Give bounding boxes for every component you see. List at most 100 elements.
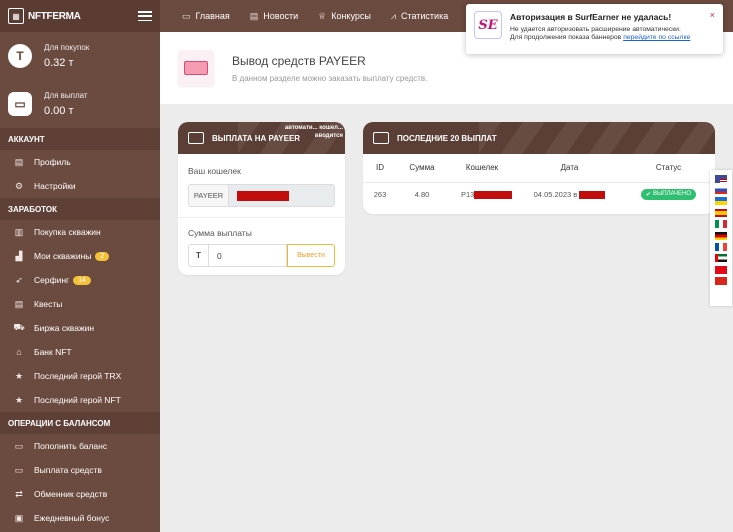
- section-title-balance-ops: ОПЕРАЦИИ С БАЛАНСОМ: [0, 412, 160, 434]
- flag-ua-icon[interactable]: [715, 197, 727, 206]
- sidebar-item-buy-wells[interactable]: ▥ Покупка скважин: [0, 220, 160, 244]
- col-header: Сумма: [409, 163, 435, 173]
- auto-note: автомати... кошел... вводится: [284, 125, 343, 139]
- nav-link-home[interactable]: ▭ Главная: [182, 11, 230, 22]
- sidebar-item-last-hero-trx[interactable]: ★ Последний герой TRX: [0, 364, 160, 388]
- purchase-balance: T Для покупок 0.32 т: [0, 32, 160, 80]
- count-badge: 14: [73, 275, 91, 285]
- hamburger-menu-icon[interactable]: [138, 11, 152, 21]
- withdraw-button[interactable]: Вывести: [287, 244, 335, 267]
- balance-value: 0.00 т: [44, 105, 74, 117]
- redacted-wallet: [474, 190, 513, 199]
- sidebar-item-label: Квесты: [34, 299, 63, 309]
- wallet-text: P13: [461, 189, 475, 199]
- sidebar-item-label: Профиль: [34, 157, 71, 167]
- sidebar-item-last-hero-nft[interactable]: ★ Последний герой NFT: [0, 388, 160, 412]
- flag-tr-icon[interactable]: [715, 265, 727, 274]
- col-header: Кошелек: [465, 163, 499, 173]
- nav-link-contests[interactable]: ♕ Конкурсы: [318, 11, 371, 22]
- news-icon: ▤: [249, 10, 259, 21]
- flag-ae-icon[interactable]: [715, 254, 727, 263]
- nav-link-news[interactable]: ▤ Новости: [250, 11, 298, 22]
- cell-wallet: P13: [447, 181, 517, 206]
- banknote-icon: [178, 50, 214, 86]
- chart-icon: ▟: [15, 250, 23, 261]
- bank-icon: ⌂: [16, 347, 22, 357]
- col-header: Статус: [655, 163, 682, 173]
- balance-label: Для покупок: [44, 43, 90, 52]
- cell-sum: 4.80: [397, 181, 447, 206]
- payout-card: ВЫПЛАТА НА PAYEER автомати... кошел... в…: [178, 122, 345, 275]
- balance-label: Для выплат: [44, 91, 88, 100]
- exchange-icon: ⇄: [15, 488, 23, 499]
- rocket-icon: ➶: [15, 274, 23, 285]
- flag-ru-icon[interactable]: [715, 186, 727, 195]
- flag-it-icon[interactable]: [715, 220, 727, 229]
- cell-date: 04.05.2023 в: [517, 181, 622, 206]
- farm-logo-icon: ▦: [8, 8, 24, 24]
- tenge-coin-icon: T: [8, 44, 32, 68]
- col-header: ID: [376, 163, 384, 173]
- sidebar-item-deposit[interactable]: ▭ Пополнить баланс: [0, 434, 160, 458]
- doc-icon: ▤: [14, 156, 24, 167]
- card-header: ПОСЛЕДНИЕ 20 ВЫПЛАТ: [363, 122, 715, 154]
- sidebar-item-label: Мои скважины: [34, 251, 92, 261]
- sidebar-item-label: Выплата средств: [34, 465, 102, 475]
- date-text: 04.05.2023 в: [533, 189, 578, 199]
- flag-es-icon[interactable]: [715, 208, 727, 217]
- trophy-icon: ♕: [318, 10, 327, 21]
- payout-balance: ▭ Для выплат 0.00 т: [0, 80, 160, 128]
- sidebar-item-label: Настройки: [34, 181, 76, 191]
- nav-link-label: Конкурсы: [331, 11, 371, 21]
- list-icon: [373, 132, 389, 144]
- notification-link[interactable]: перейдите по ссылке: [623, 34, 690, 41]
- section-title-account: АККАУНТ: [0, 128, 160, 150]
- sum-field-group: T 0 Вывести: [188, 244, 335, 267]
- sidebar-item-nft-bank[interactable]: ⌂ Банк NFT: [0, 340, 160, 364]
- nav-link-label: Новости: [263, 11, 299, 21]
- notification-text: Не удается авторизовать расширение автом…: [510, 26, 690, 42]
- sidebar-item-exchanger[interactable]: ⇄ Обменник средств: [0, 482, 160, 506]
- sidebar-item-settings[interactable]: ⚙ Настройки: [0, 174, 160, 198]
- sidebar-item-surfing[interactable]: ➶ Серфинг 14: [0, 268, 160, 292]
- flag-us-icon[interactable]: [715, 174, 727, 183]
- sidebar-item-quests[interactable]: ▤ Квесты: [0, 292, 160, 316]
- gift-icon: ▣: [14, 512, 24, 523]
- sidebar-item-withdraw[interactable]: ▭ Выплата средств: [0, 458, 160, 482]
- sidebar-item-label: Пополнить баланс: [34, 441, 108, 451]
- nav-link-label: Статистика: [400, 11, 449, 21]
- flag-vn-icon[interactable]: [715, 277, 727, 286]
- nav-link-stats[interactable]: ⩘ Статистика: [391, 11, 448, 22]
- flag-de-icon[interactable]: [715, 231, 727, 240]
- wallet-icon: ▭: [14, 464, 24, 475]
- sidebar-item-my-wells[interactable]: ▟ Мои скважины 2: [0, 244, 160, 268]
- sidebar-item-profile[interactable]: ▤ Профиль: [0, 150, 160, 174]
- wallet-prefix: PAYEER: [189, 185, 229, 206]
- wallet-label: Ваш кошелек: [188, 166, 241, 176]
- notification-line: Для продолжения показа баннеров: [510, 34, 622, 41]
- sidebar-item-daily-bonus[interactable]: ▣ Ежедневный бонус: [0, 506, 160, 530]
- sidebar-item-label: Последний герой NFT: [34, 395, 121, 405]
- star-icon: ★: [14, 370, 24, 381]
- close-icon[interactable]: ×: [710, 10, 715, 20]
- gear-icon: ⚙: [14, 180, 24, 191]
- nav-link-label: Главная: [195, 11, 230, 21]
- card-title: ПОСЛЕДНИЕ 20 ВЫПЛАТ: [397, 133, 497, 143]
- status-text: ВЫПЛАЧЕНО: [652, 191, 692, 198]
- doc-icon: ▤: [14, 298, 24, 309]
- sum-input[interactable]: 0: [208, 244, 287, 267]
- surfearner-notification: SE Авторизация в SurfEarner не удалась! …: [466, 4, 723, 54]
- flag-fr-icon[interactable]: [715, 242, 727, 251]
- wallet-icon: ▭: [8, 92, 32, 116]
- sidebar-item-wells-exchange[interactable]: ⛟ Биржа скважин: [0, 316, 160, 340]
- surfearner-logo-icon: SE: [474, 11, 502, 39]
- building-icon: ▥: [14, 226, 24, 237]
- col-header: Дата: [560, 163, 579, 173]
- sidebar-item-label: Биржа скважин: [34, 323, 95, 333]
- cart-icon: ⛟: [13, 322, 25, 332]
- wallet-icon: ▭: [14, 440, 24, 451]
- stats-icon: ⩘: [390, 10, 396, 21]
- payouts-table: ID Сумма Кошелек Дата Статус 263 4.80 P1…: [363, 154, 715, 206]
- sidebar-item-label: Покупка скважин: [34, 227, 101, 237]
- brand-name: NFTFERMA: [28, 10, 81, 22]
